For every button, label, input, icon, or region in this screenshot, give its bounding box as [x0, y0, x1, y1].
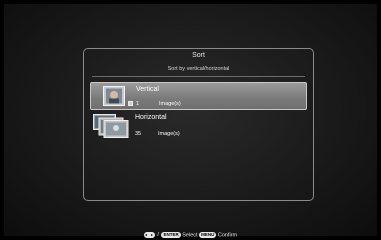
confirm-hint: Confirm [217, 232, 238, 239]
select-hint: Select [182, 232, 198, 239]
divider [92, 76, 305, 77]
option-label-horizontal: Horizontal [135, 114, 167, 121]
sort-option-vertical[interactable]: Vertical 1 Image(s) [90, 82, 307, 110]
sort-option-horizontal[interactable]: Horizontal 35 Image(s) [90, 111, 307, 139]
sort-dialog: Sort Sort by vertical/horizontal Vertica… [83, 48, 314, 201]
image-unit-horizontal: Image(s) [158, 131, 180, 137]
menu-key-icon: MENU [199, 232, 217, 238]
image-unit-vertical: Image(s) [159, 101, 181, 107]
image-count-horizontal: 35 [135, 131, 142, 137]
selected-checkbox-icon [128, 101, 133, 106]
button-guide: / ENTER Select MENU Confirm [4, 232, 377, 238]
dialog-subtitle: Sort by vertical/horizontal [167, 66, 230, 72]
enter-key-icon: ENTER [161, 232, 181, 238]
screen-background: Sort Sort by vertical/horizontal Vertica… [4, 4, 377, 238]
image-count-vertical: 1 [136, 101, 140, 107]
guide-separator: / [157, 232, 159, 239]
option-label-vertical: Vertical [136, 86, 159, 93]
landscape-photos-icon [93, 114, 129, 138]
portrait-photo-icon [103, 86, 125, 106]
dialog-title: Sort [192, 52, 205, 59]
left-right-arrows-icon [143, 232, 155, 238]
